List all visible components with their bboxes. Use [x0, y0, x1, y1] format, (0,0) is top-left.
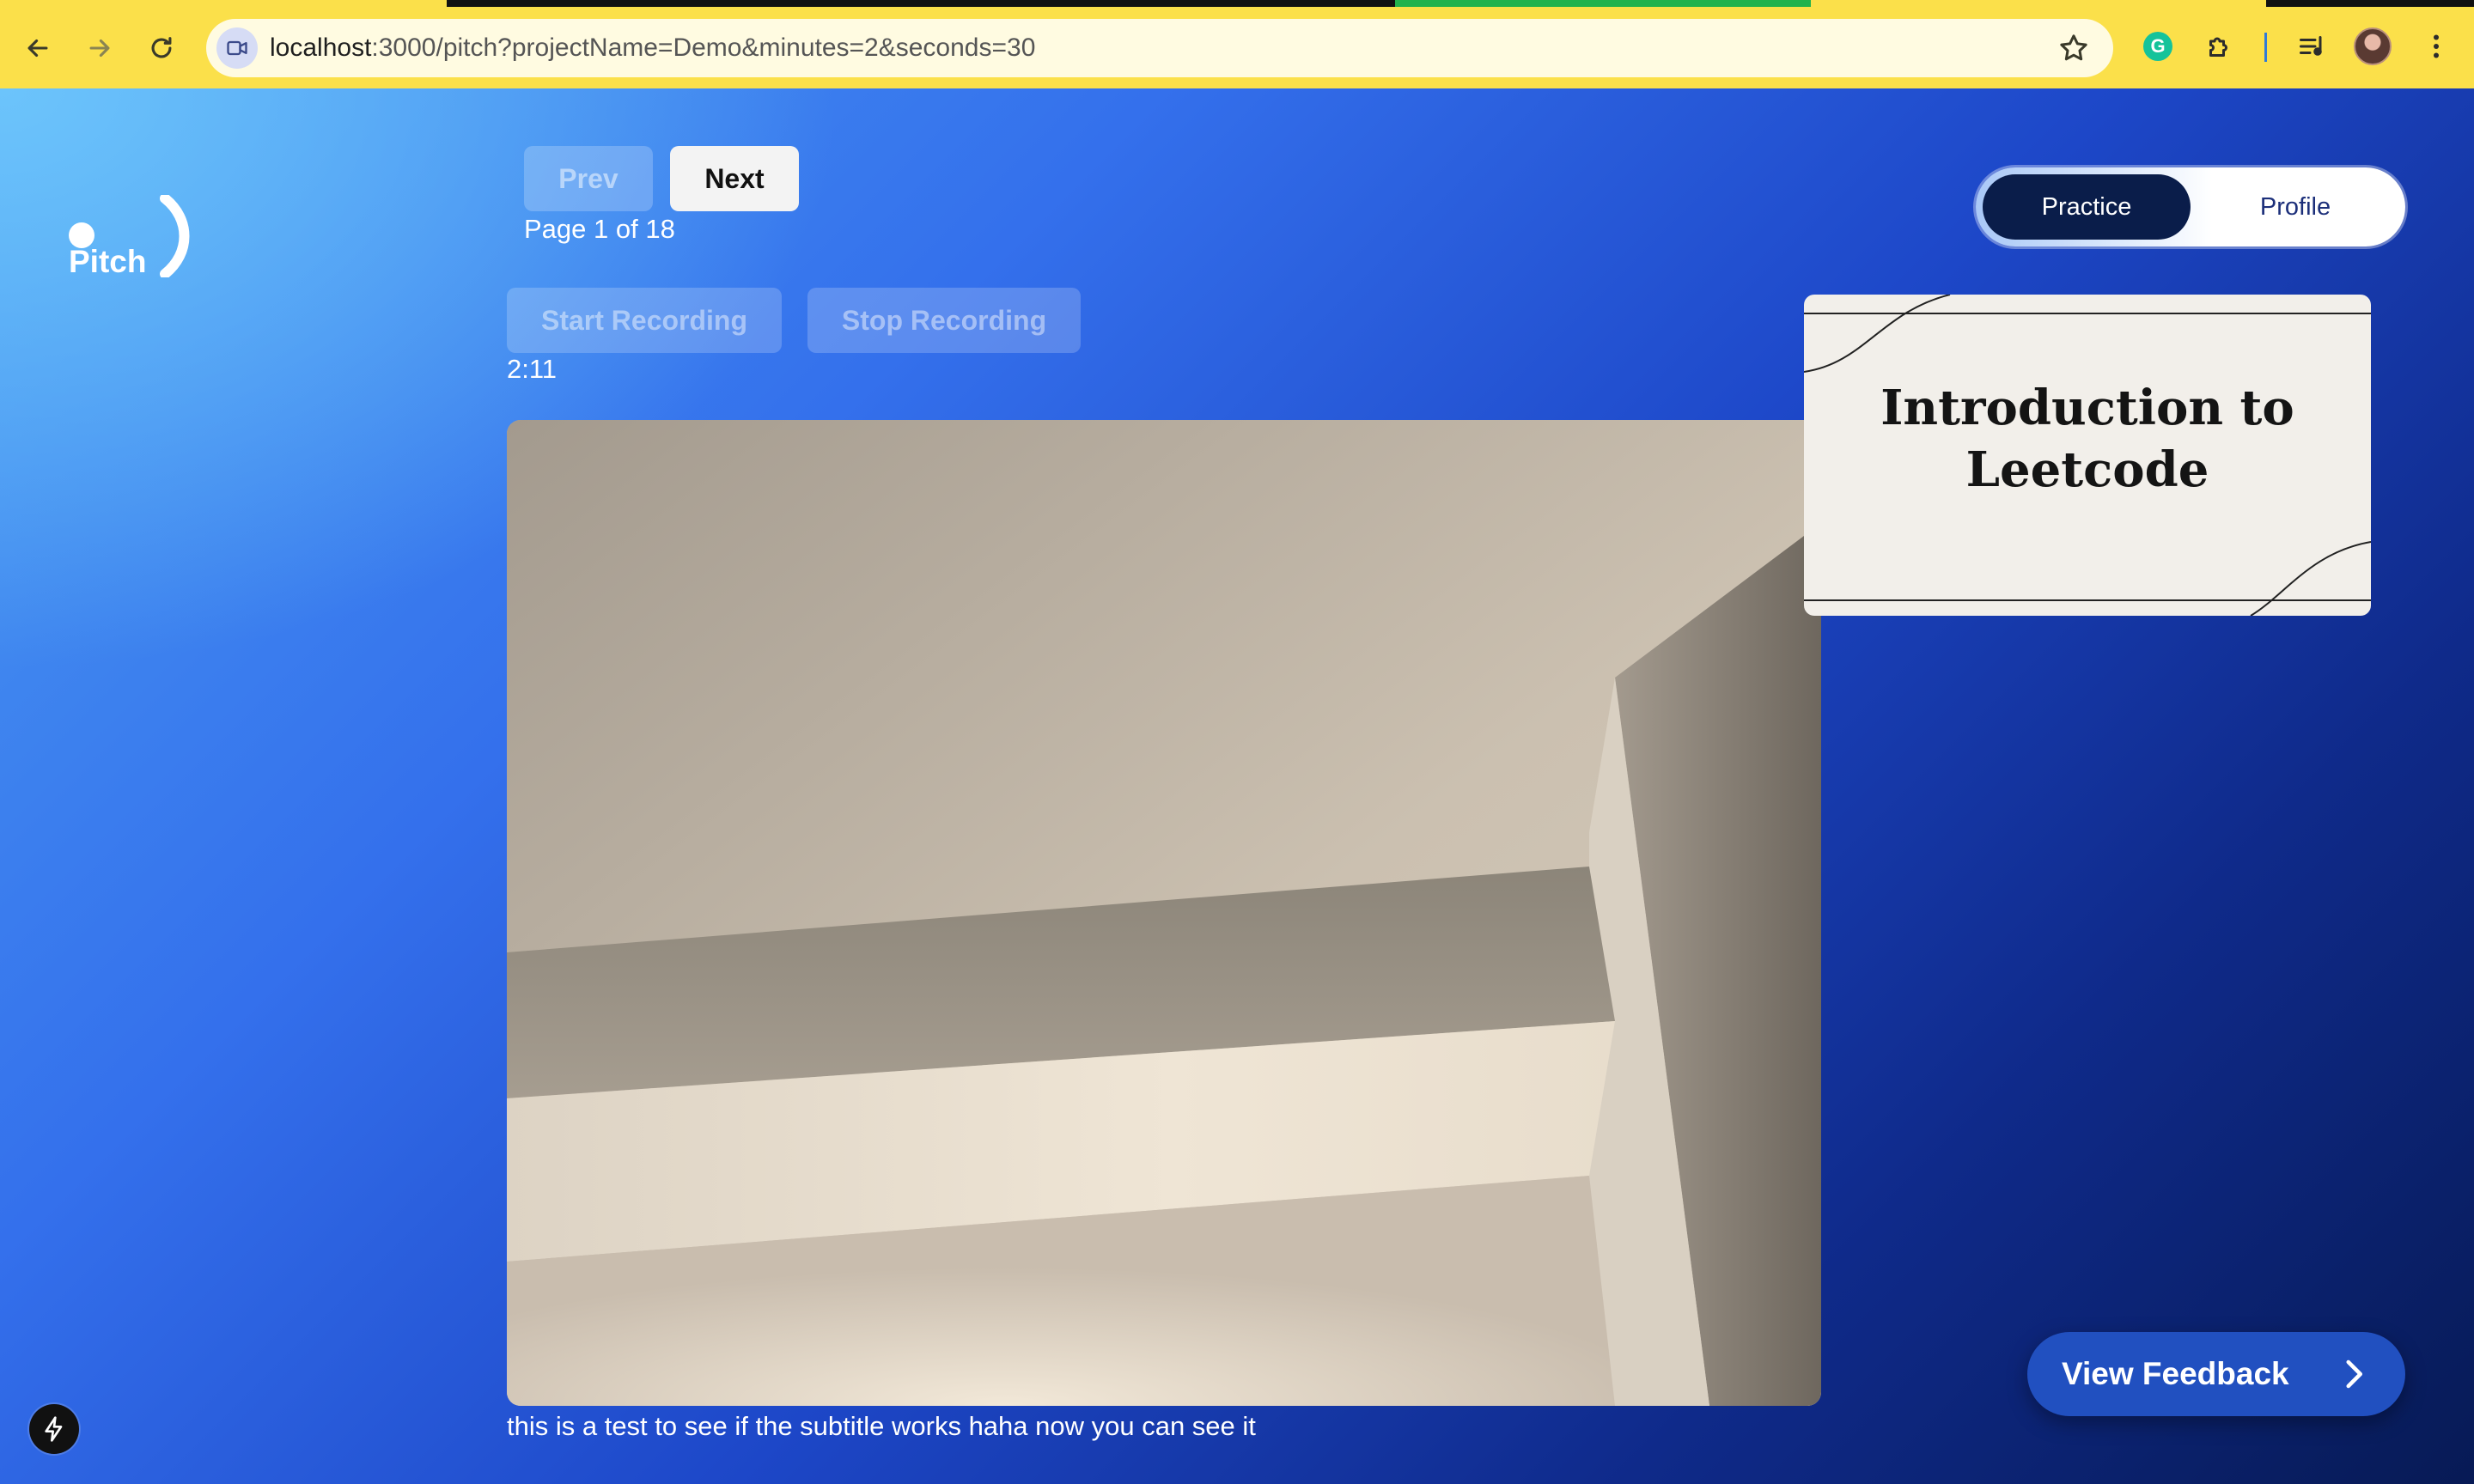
slide-preview[interactable]: Introduction to Leetcode — [1804, 295, 2371, 616]
live-subtitle: this is a test to see if the subtitle wo… — [507, 1411, 1256, 1441]
logo-paren — [160, 195, 190, 277]
toolbar-divider — [2264, 33, 2267, 62]
brand-name: Pitch — [69, 244, 147, 279]
media-controls-icon[interactable] — [2292, 26, 2333, 67]
site-info-icon[interactable] — [216, 27, 258, 69]
browser-toolbar: localhost:3000/pitch?projectName=Demo&mi… — [0, 0, 2474, 88]
stop-recording-button[interactable]: Stop Recording — [807, 288, 1081, 353]
reload-icon[interactable] — [136, 22, 187, 74]
url-path: :3000/pitch?projectName=Demo&minutes=2&s… — [371, 33, 1036, 62]
bookmark-star-icon[interactable] — [2057, 31, 2091, 65]
profile-avatar[interactable] — [2354, 27, 2392, 65]
back-arrow-icon[interactable] — [12, 22, 64, 74]
url-host: localhost — [270, 33, 372, 62]
pitch-page: Pitch Prev Next Page 1 of 18 Start Recor… — [0, 88, 2474, 1484]
tab-profile[interactable]: Profile — [2192, 174, 2398, 240]
forward-arrow-icon[interactable] — [74, 22, 125, 74]
page-indicator: Page 1 of 18 — [524, 214, 675, 244]
active-tab-indicator — [1395, 0, 1811, 7]
start-recording-button[interactable]: Start Recording — [507, 288, 782, 353]
url-text[interactable]: localhost:3000/pitch?projectName=Demo&mi… — [270, 33, 1035, 63]
tab-strip — [0, 0, 2474, 7]
pitch-logo[interactable] — [58, 140, 190, 277]
slide-title: Introduction to Leetcode — [1880, 380, 2294, 498]
view-feedback-label: View Feedback — [2062, 1356, 2289, 1391]
grammarly-icon[interactable]: G — [2137, 26, 2178, 67]
next-button[interactable]: Next — [670, 146, 799, 211]
countdown-timer: 2:11 — [507, 354, 558, 384]
chevron-right-icon — [2346, 1359, 2363, 1389]
mode-toggle: Practice Profile — [1976, 167, 2405, 246]
tab-practice[interactable]: Practice — [1983, 174, 2191, 240]
more-menu-icon[interactable] — [2416, 26, 2457, 67]
webcam-video — [507, 420, 1821, 1406]
extensions-puzzle-icon[interactable] — [2199, 26, 2240, 67]
address-bar[interactable]: localhost:3000/pitch?projectName=Demo&mi… — [206, 19, 2113, 77]
view-feedback-button[interactable]: View Feedback — [2027, 1332, 2405, 1416]
prev-button[interactable]: Prev — [524, 146, 653, 211]
lightning-icon[interactable] — [29, 1404, 79, 1454]
